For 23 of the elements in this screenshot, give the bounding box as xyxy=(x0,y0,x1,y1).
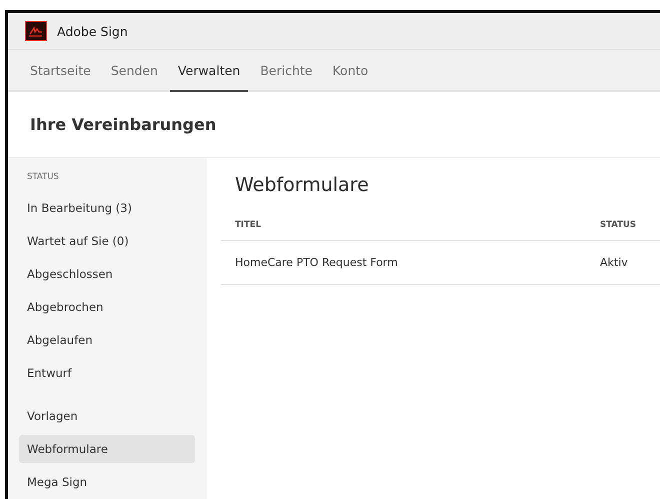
sidebar-item[interactable]: In Bearbeitung (3) xyxy=(19,194,195,222)
nav-tab[interactable]: Senden xyxy=(102,50,166,92)
nav-tab[interactable]: Startseite xyxy=(22,50,99,92)
sidebar-item[interactable]: Vorlagen xyxy=(19,402,195,430)
sidebar-item[interactable]: Mega Sign xyxy=(19,468,195,496)
sidebar-item[interactable]: Abgeschlossen xyxy=(19,260,195,288)
sidebar-item[interactable]: Webformulare xyxy=(19,435,195,463)
table-cell-text: HomeCare PTO Request Form xyxy=(235,256,399,269)
sidebar-item[interactable]: Wartet auf Sie (0) xyxy=(19,227,195,255)
sidebar-item[interactable]: Abgelaufen xyxy=(19,326,195,354)
column-header: TITEL xyxy=(235,220,262,230)
column-header: STATUS xyxy=(600,220,638,230)
section-heading: Webformulare xyxy=(235,174,370,196)
sidebar-item[interactable]: Abgebrochen xyxy=(19,293,195,321)
sidebar-heading: STATUS xyxy=(26,172,60,182)
logo-icon xyxy=(25,21,47,41)
table-cell-text: Aktiv xyxy=(600,256,629,269)
nav-tab[interactable]: Verwalten xyxy=(170,50,248,92)
app-title: Adobe Sign xyxy=(57,24,128,38)
nav-tab[interactable]: Berichte xyxy=(252,50,320,92)
page-title: Ihre Vereinbarungen xyxy=(30,115,216,134)
nav-tab[interactable]: Konto xyxy=(324,50,376,92)
sidebar-item[interactable]: Entwurf xyxy=(19,359,195,387)
